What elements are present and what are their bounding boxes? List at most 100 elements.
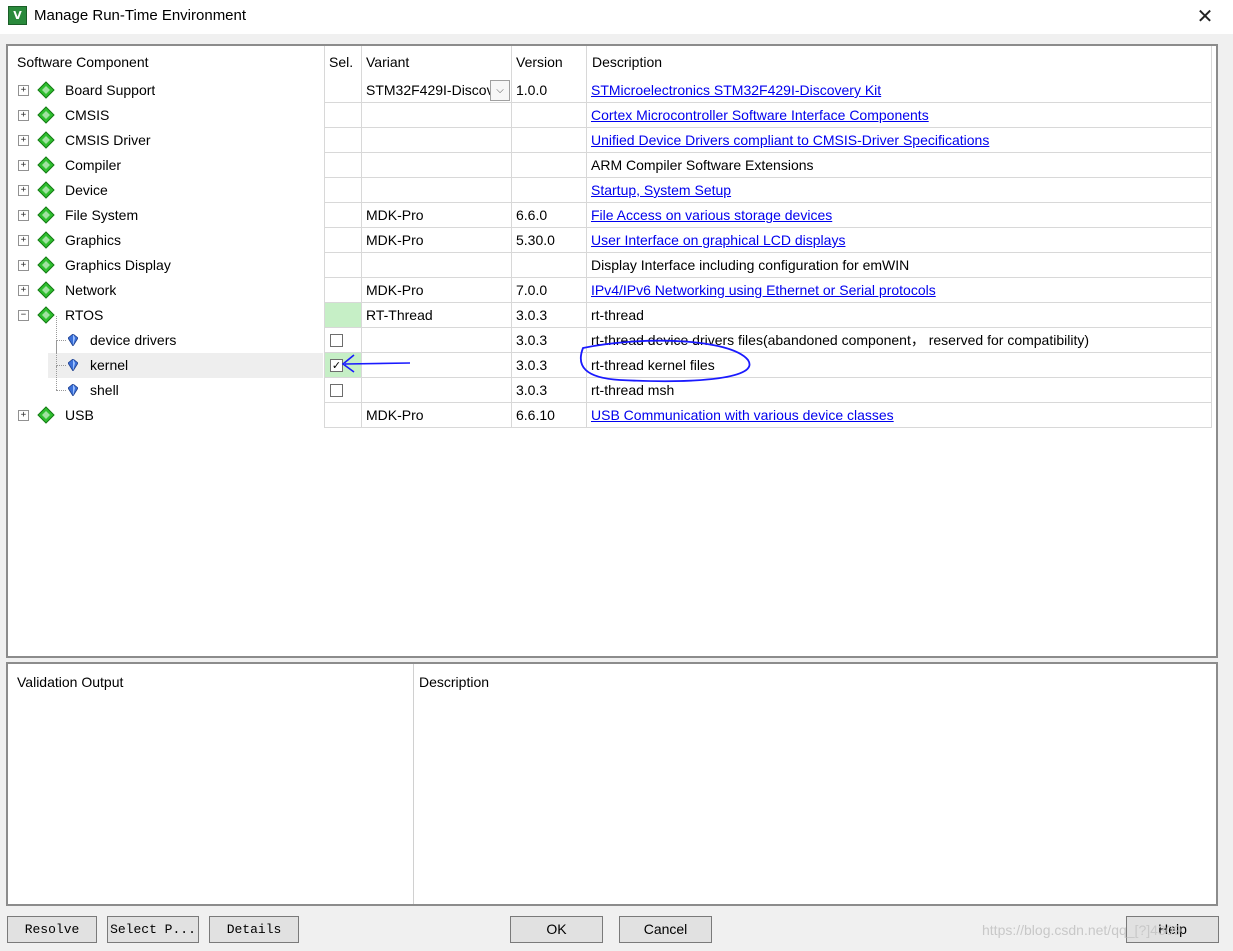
close-icon[interactable]: ✕ xyxy=(1192,4,1218,28)
variant-cell[interactable] xyxy=(366,103,506,128)
variant-cell[interactable]: STM32F429I-Discov xyxy=(366,78,491,103)
description-link[interactable]: STMicroelectronics STM32F429I-Discovery … xyxy=(591,78,1208,103)
component-name[interactable]: device drivers xyxy=(90,328,176,353)
table-row[interactable]: − RTOS RT-Thread 3.0.3 rt-thread xyxy=(8,303,1218,328)
watermark: https://blog.csdn.net/qq_[?]4309 xyxy=(982,922,1182,938)
component-name[interactable]: Graphics Display xyxy=(65,253,171,278)
component-name[interactable]: Graphics xyxy=(65,228,121,253)
variant-cell[interactable] xyxy=(366,128,506,153)
table-row[interactable]: + Graphics Display Display Interface inclu… xyxy=(8,253,1218,278)
description-text: rt-thread msh xyxy=(591,382,675,398)
variant-cell[interactable] xyxy=(366,178,506,203)
version-cell: 3.0.3 xyxy=(516,307,548,323)
validation-divider[interactable] xyxy=(413,664,414,904)
validation-output-header: Validation Output xyxy=(17,674,124,690)
table-row[interactable]: + CMSIS Driver Unified Device Drivers comp… xyxy=(8,128,1218,153)
description-link[interactable]: Startup, System Setup xyxy=(591,178,1208,203)
table-row[interactable]: + Graphics MDK-Pro 5.30.0 User Interface on … xyxy=(8,228,1218,253)
column-header-description[interactable]: Description xyxy=(592,54,662,76)
expand-icon[interactable]: + xyxy=(18,260,29,271)
select-checkbox[interactable] xyxy=(330,384,343,397)
expand-icon[interactable]: + xyxy=(18,160,29,171)
tree-line xyxy=(56,366,57,390)
table-row[interactable]: + CMSIS Cortex Microcontroller Software In… xyxy=(8,103,1218,128)
window-title: Manage Run-Time Environment xyxy=(34,7,247,24)
select-packs-button[interactable]: Select P... xyxy=(107,916,199,943)
component-name[interactable]: RTOS xyxy=(65,303,103,328)
description-text: rt-thread xyxy=(591,307,644,323)
table-row[interactable]: + USB MDK-Pro 6.6.10 USB Communication with … xyxy=(8,403,1218,428)
table-row[interactable]: + Compiler ARM Compiler Software Extension… xyxy=(8,153,1218,178)
column-header-component[interactable]: Software Component xyxy=(17,54,149,76)
component-gem-icon xyxy=(68,334,78,346)
component-group-icon xyxy=(37,406,55,424)
app-icon: V xyxy=(8,6,27,25)
component-name[interactable]: Compiler xyxy=(65,153,121,178)
component-group-icon xyxy=(37,181,55,199)
description-link[interactable]: Unified Device Drivers compliant to CMSI… xyxy=(591,128,1208,153)
component-group-icon xyxy=(37,231,55,249)
table-row[interactable]: device drivers 3.0.3 rt-thread device driv… xyxy=(8,316,1218,353)
component-name[interactable]: Board Support xyxy=(65,78,155,103)
expand-icon[interactable]: + xyxy=(18,185,29,196)
variant-cell[interactable] xyxy=(366,153,506,178)
column-header-variant[interactable]: Variant xyxy=(366,54,409,76)
component-grid-panel: Software Component Sel. Variant Version … xyxy=(6,44,1218,658)
details-button[interactable]: Details xyxy=(209,916,299,943)
version-cell: 3.0.3 xyxy=(516,357,548,373)
column-header-version[interactable]: Version xyxy=(516,54,563,76)
table-row[interactable]: + File System MDK-Pro 6.6.0 File Access on v… xyxy=(8,203,1218,228)
select-checkbox[interactable]: ✓ xyxy=(330,359,343,372)
table-row[interactable]: + Board Support STM32F429I-Discov ⌵ 1.0.0 STM… xyxy=(8,78,1218,103)
description-text: Display Interface including configuratio… xyxy=(591,257,910,273)
grid-row-divider xyxy=(324,427,1211,428)
variant-cell[interactable] xyxy=(366,328,506,353)
expand-icon[interactable]: + xyxy=(18,110,29,121)
component-name[interactable]: kernel xyxy=(90,353,128,378)
description-link[interactable]: IPv4/IPv6 Networking using Ethernet or S… xyxy=(591,278,1208,303)
component-group-icon xyxy=(37,256,55,274)
chevron-down-icon[interactable]: ⌵ xyxy=(490,80,510,101)
column-header-sel[interactable]: Sel. xyxy=(329,54,353,76)
table-row[interactable]: + Device Startup, System Setup xyxy=(8,178,1218,203)
variant-cell[interactable]: MDK-Pro xyxy=(366,228,506,253)
description-text: rt-thread device drivers files(abandoned… xyxy=(591,332,1090,348)
component-name[interactable]: Device xyxy=(65,178,108,203)
expand-icon[interactable]: + xyxy=(18,85,29,96)
variant-cell[interactable]: RT-Thread xyxy=(366,303,506,328)
component-group-icon xyxy=(37,206,55,224)
collapse-icon[interactable]: − xyxy=(18,310,29,321)
component-group-icon xyxy=(37,81,55,99)
variant-cell[interactable] xyxy=(366,378,506,403)
select-checkbox[interactable] xyxy=(330,334,343,347)
variant-cell[interactable]: MDK-Pro xyxy=(366,203,506,228)
resolve-button[interactable]: Resolve xyxy=(7,916,97,943)
expand-icon[interactable]: + xyxy=(18,235,29,246)
version-cell: 6.6.0 xyxy=(516,207,548,223)
expand-icon[interactable]: + xyxy=(18,285,29,296)
variant-cell[interactable] xyxy=(366,353,506,378)
variant-cell[interactable]: MDK-Pro xyxy=(366,278,506,303)
component-name[interactable]: Network xyxy=(65,278,116,303)
component-name[interactable]: shell xyxy=(90,378,119,403)
description-link[interactable]: User Interface on graphical LCD displays xyxy=(591,228,1208,253)
ok-button[interactable]: OK xyxy=(510,916,603,943)
expand-icon[interactable]: + xyxy=(18,410,29,421)
component-name[interactable]: File System xyxy=(65,203,138,228)
component-group-icon xyxy=(37,131,55,149)
description-link[interactable]: Cortex Microcontroller Software Interfac… xyxy=(591,103,1208,128)
component-name[interactable]: CMSIS Driver xyxy=(65,128,151,153)
component-name[interactable]: CMSIS xyxy=(65,103,109,128)
variant-cell[interactable]: MDK-Pro xyxy=(366,403,506,428)
table-row[interactable]: + Network MDK-Pro 7.0.0 IPv4/IPv6 Networking… xyxy=(8,278,1218,303)
description-link[interactable]: USB Communication with various device cl… xyxy=(591,403,1208,428)
validation-description-header: Description xyxy=(419,674,490,690)
component-name[interactable]: USB xyxy=(65,403,94,428)
variant-cell[interactable] xyxy=(366,253,506,278)
table-row[interactable]: shell 3.0.3 rt-thread msh xyxy=(8,366,1218,403)
cancel-button[interactable]: Cancel xyxy=(619,916,712,943)
table-row[interactable]: kernel ✓ 3.0.3 rt-thread kernel files xyxy=(8,341,1218,378)
description-link[interactable]: File Access on various storage devices xyxy=(591,203,1208,228)
expand-icon[interactable]: + xyxy=(18,135,29,146)
expand-icon[interactable]: + xyxy=(18,210,29,221)
